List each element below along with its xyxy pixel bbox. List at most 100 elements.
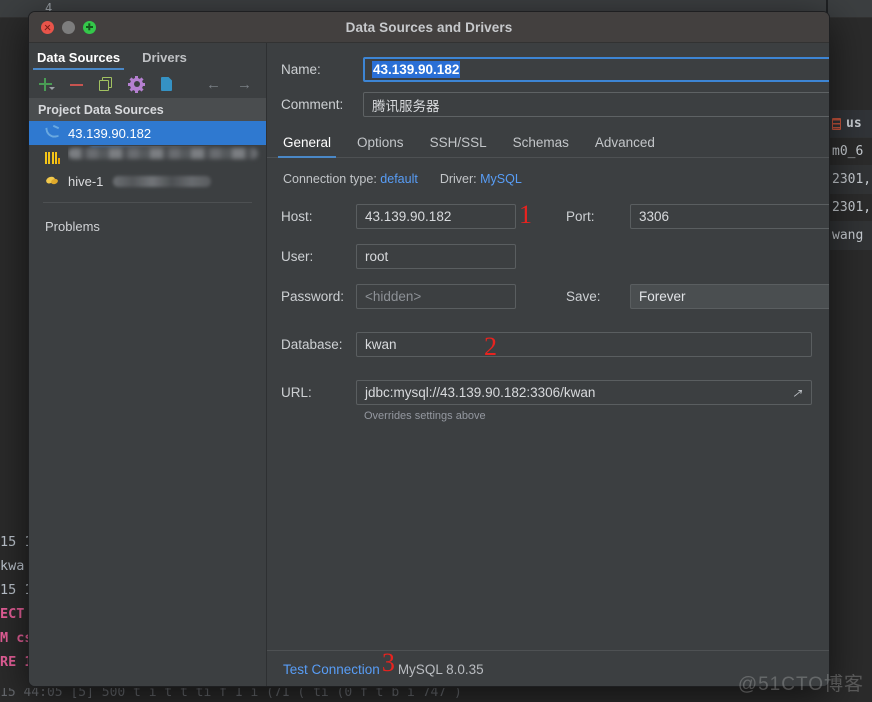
cell-value: m0_6 (832, 144, 864, 159)
password-save-row: Password: <hidden> Save: Forever (281, 284, 829, 309)
tab-options[interactable]: Options (357, 135, 404, 157)
url-hint: Overrides settings above (364, 410, 486, 422)
connection-info-row: Connection type: default Driver: MySQL (267, 158, 829, 186)
tab-data-sources[interactable]: Data Sources (32, 50, 125, 70)
table-row[interactable]: 2301, (826, 166, 872, 194)
test-connection-link[interactable]: Test Connection (283, 662, 380, 677)
host-port-row: Host: 43.139.90.182 1 Port: 3306 (281, 200, 829, 229)
name-row: Name: 43.139.90.182 (281, 57, 829, 82)
dialog-titlebar[interactable]: Data Sources and Drivers (29, 12, 829, 43)
remove-icon[interactable] (68, 76, 85, 93)
cell-value: wang (832, 228, 864, 243)
url-label: URL: (281, 385, 312, 400)
cell-value: 2301, (832, 200, 872, 215)
tab-drivers[interactable]: Drivers (142, 50, 187, 70)
driver-version-group: 3 MySQL 8.0.35 (382, 649, 484, 679)
left-tabs: Data Sources Drivers (29, 43, 266, 70)
comment-input-value: 腾讯服务器 (372, 98, 440, 114)
driver-group: Driver: MySQL (440, 172, 522, 186)
host-input[interactable]: 43.139.90.182 (356, 204, 516, 229)
port-input[interactable]: 3306 (630, 204, 829, 229)
driver-version-label: MySQL 8.0.35 (397, 661, 484, 677)
annotation-marker-2: 2 (484, 332, 497, 361)
nav-arrows: ← → (206, 77, 266, 92)
section-header-project-data-sources: Project Data Sources (29, 98, 266, 121)
forward-arrow-icon[interactable]: → (237, 77, 252, 92)
right-panel-empty-area (826, 400, 872, 702)
expand-icon[interactable]: ↗ (792, 387, 804, 399)
table-icon (832, 117, 841, 130)
save-dropdown-value: Forever (639, 289, 686, 304)
result-grid-header-label: us (846, 116, 862, 131)
clickhouse-icon (45, 150, 61, 164)
left-pane: Data Sources Drivers ← → Project Data So… (29, 43, 267, 686)
list-item-label: hive-1 (68, 173, 104, 189)
list-item-label: 43.139.90.182 (68, 125, 152, 141)
connection-type-label: Connection type: (283, 172, 377, 186)
driver-label: Driver: (439, 172, 477, 186)
save-label: Save: (566, 289, 601, 304)
database-input[interactable]: kwan (356, 332, 812, 357)
tab-general[interactable]: General (277, 135, 337, 158)
table-row[interactable]: m0_6 (826, 138, 872, 166)
name-input[interactable]: 43.139.90.182 (363, 57, 829, 82)
save-dropdown[interactable]: Forever (630, 284, 829, 309)
left-toolbar: ← → (29, 70, 266, 98)
name-label: Name: (281, 62, 321, 77)
list-item[interactable]: hive-1 (29, 169, 266, 193)
url-row: URL: jdbc:mysql://43.139.90.182:3306/kwa… (281, 380, 829, 405)
database-input-value: kwan (365, 337, 397, 352)
problems-label[interactable]: Problems (29, 203, 266, 234)
connection-type-group: Connection type: default (283, 172, 418, 186)
list-item-label-redacted (113, 175, 212, 187)
tab-advanced[interactable]: Advanced (595, 135, 655, 157)
url-input[interactable]: jdbc:mysql://43.139.90.182:3306/kwan ↗ (356, 380, 812, 405)
database-label: Database: (281, 337, 343, 352)
host-input-value: 43.139.90.182 (365, 209, 452, 224)
data-source-list: 43.139.90.182 hive-1 Problems (29, 121, 266, 234)
password-label: Password: (281, 289, 345, 304)
comment-label: Comment: (281, 97, 344, 112)
comment-row: Comment: 腾讯服务器 ↗ (281, 92, 829, 117)
table-row[interactable]: wang (826, 222, 872, 250)
back-arrow-icon[interactable]: ← (206, 77, 221, 92)
dialog-body: Data Sources Drivers ← → Project Data So… (29, 43, 829, 686)
connection-type-value[interactable]: default (380, 172, 418, 186)
driver-value[interactable]: MySQL (480, 172, 522, 186)
form-tabs: General Options SSH/SSL Schemas Advanced (267, 127, 829, 158)
cell-value: 2301, (832, 172, 872, 187)
list-item[interactable] (29, 145, 266, 169)
user-input[interactable]: root (356, 244, 516, 269)
user-row: User: root (281, 244, 829, 269)
data-sources-dialog: Data Sources and Drivers Data Sources Dr… (28, 11, 830, 687)
form-header: Name: 43.139.90.182 Comment: 腾讯服务器 ↗ (267, 43, 829, 127)
result-grid-panel[interactable]: us m0_6 2301, 2301, wang (826, 110, 872, 410)
import-icon[interactable] (158, 76, 175, 93)
list-item-label-redacted (68, 146, 266, 168)
properties-icon[interactable] (128, 75, 145, 93)
password-placeholder: <hidden> (365, 289, 422, 304)
console-text: 15 44:05 [5] 500 t i t t ti f 1 i (71 ( … (0, 688, 462, 700)
name-input-value: 43.139.90.182 (372, 61, 461, 78)
annotation-marker-1: 1 (519, 200, 532, 229)
hive-icon (45, 174, 60, 188)
host-label: Host: (281, 209, 313, 224)
tab-ssh-ssl[interactable]: SSH/SSL (430, 135, 487, 157)
table-row[interactable]: 2301, (826, 194, 872, 222)
user-label: User: (281, 249, 314, 264)
port-label: Port: (566, 209, 595, 224)
port-input-value: 3306 (639, 209, 670, 224)
comment-input[interactable]: 腾讯服务器 ↗ (363, 92, 829, 117)
list-item-mysql-selected[interactable]: 43.139.90.182 (29, 121, 266, 145)
duplicate-icon[interactable] (98, 76, 115, 93)
right-pane: Name: 43.139.90.182 Comment: 腾讯服务器 ↗ Gen… (267, 43, 829, 686)
dialog-title: Data Sources and Drivers (345, 19, 513, 35)
annotation-marker-3: 3 (381, 647, 395, 677)
password-input[interactable]: <hidden> (356, 284, 516, 309)
tab-schemas[interactable]: Schemas (513, 135, 569, 157)
add-icon[interactable] (38, 76, 55, 93)
user-input-value: root (365, 249, 389, 264)
watermark: @51CTO博客 (737, 674, 864, 695)
connection-settings-grid: Host: 43.139.90.182 1 Port: 3306 User: r… (267, 186, 829, 422)
url-input-value: jdbc:mysql://43.139.90.182:3306/kwan (365, 385, 596, 400)
